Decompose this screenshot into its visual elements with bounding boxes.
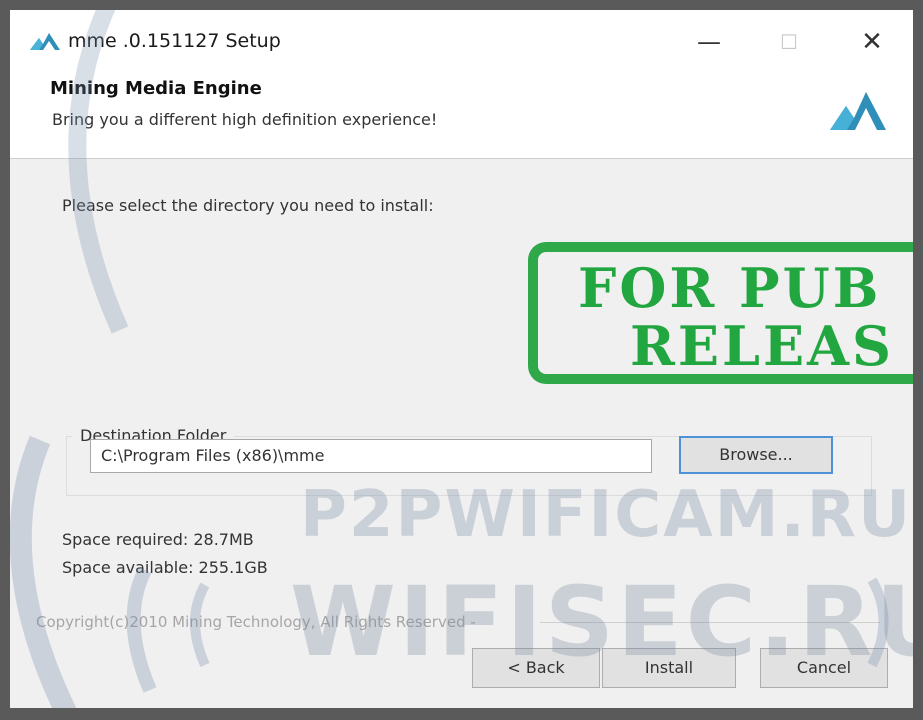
product-tagline: Bring you a different high definition ex… <box>52 110 438 129</box>
stamp-line-1: FOR PUB <box>578 256 882 320</box>
mountain-logo-icon <box>830 92 886 130</box>
minimize-button[interactable]: — <box>684 24 734 60</box>
destination-path-input[interactable]: C:\Program Files (x86)\mme <box>90 439 652 473</box>
wizard-header: Mining Media Engine Bring you a differen… <box>10 72 913 159</box>
space-required: Space required: 28.7MB <box>62 530 254 549</box>
title-bar[interactable]: mme .0.151127 Setup — ☐ ✕ <box>10 10 913 72</box>
directory-prompt: Please select the directory you need to … <box>62 196 434 215</box>
window-title: mme .0.151127 Setup <box>68 30 281 52</box>
product-name: Mining Media Engine <box>50 78 262 99</box>
release-stamp: FOR PUB RELEAS <box>528 242 923 384</box>
app-logo-icon <box>30 33 60 50</box>
watermark-p2pwificam: P2PWIFICAM.RU <box>300 478 913 552</box>
maximize-button[interactable]: ☐ <box>764 24 814 60</box>
space-available: Space available: 255.1GB <box>62 558 268 577</box>
stamp-line-2: RELEAS <box>630 314 895 378</box>
watermark-wifisec: WIFISEC.RU <box>290 566 923 678</box>
close-button[interactable]: ✕ <box>847 24 897 60</box>
browse-button[interactable]: Browse... <box>679 436 833 474</box>
